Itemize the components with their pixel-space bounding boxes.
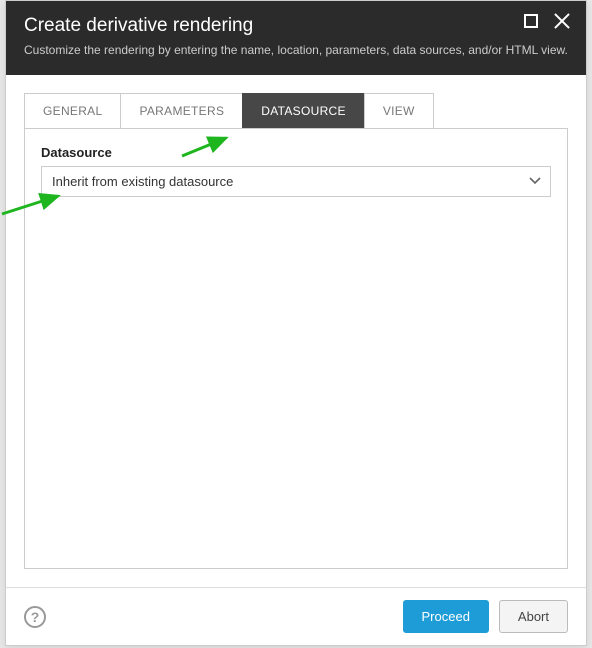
datasource-label: Datasource bbox=[41, 145, 551, 160]
dialog-header: Create derivative rendering Customize th… bbox=[6, 1, 586, 75]
help-icon[interactable]: ? bbox=[24, 606, 46, 628]
tabs: GENERAL PARAMETERS DATASOURCE VIEW bbox=[24, 93, 568, 129]
dialog-footer: ? Proceed Abort bbox=[6, 587, 586, 645]
datasource-select[interactable]: Inherit from existing datasource bbox=[41, 166, 551, 197]
abort-button[interactable]: Abort bbox=[499, 600, 568, 633]
dialog-subtitle: Customize the rendering by entering the … bbox=[24, 42, 568, 59]
tab-view[interactable]: VIEW bbox=[364, 93, 434, 128]
proceed-button[interactable]: Proceed bbox=[403, 600, 489, 633]
header-controls bbox=[524, 11, 572, 31]
dialog-body: GENERAL PARAMETERS DATASOURCE VIEW Datas… bbox=[6, 75, 586, 587]
tab-panel-datasource: Datasource Inherit from existing datasou… bbox=[24, 129, 568, 569]
footer-buttons: Proceed Abort bbox=[403, 600, 569, 633]
datasource-select-wrap: Inherit from existing datasource bbox=[41, 166, 551, 197]
dialog-title: Create derivative rendering bbox=[24, 15, 568, 37]
tab-general[interactable]: GENERAL bbox=[24, 93, 121, 128]
maximize-icon[interactable] bbox=[524, 14, 538, 28]
tab-datasource[interactable]: DATASOURCE bbox=[242, 93, 365, 128]
dialog: Create derivative rendering Customize th… bbox=[5, 0, 587, 646]
tab-parameters[interactable]: PARAMETERS bbox=[120, 93, 243, 128]
close-icon[interactable] bbox=[552, 11, 572, 31]
